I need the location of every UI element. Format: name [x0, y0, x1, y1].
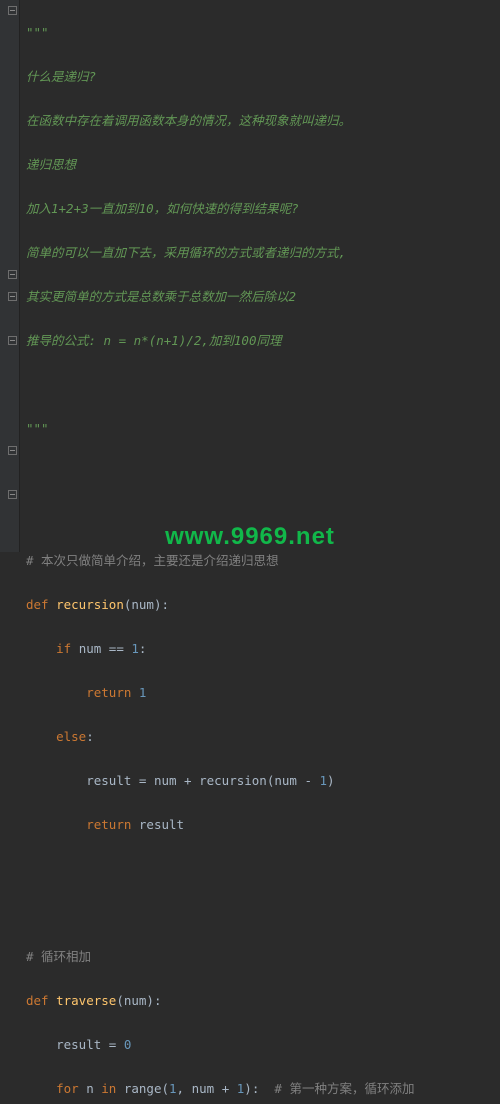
fold-handle[interactable]	[8, 270, 17, 279]
keyword-for: for	[56, 1081, 86, 1096]
colon: :	[86, 729, 94, 744]
paren: )	[327, 773, 335, 788]
func-name: traverse	[56, 993, 116, 1008]
keyword-def: def	[26, 993, 56, 1008]
docstring-close: """	[26, 421, 49, 436]
paren: ):	[244, 1081, 274, 1096]
docstring-line: 简单的可以一直加下去，采用循环的方式或者递归的方式,	[26, 245, 346, 260]
docstring-line: 什么是递归?	[26, 69, 96, 84]
signature: (num):	[116, 993, 161, 1008]
docstring-open: """	[26, 25, 49, 40]
editor-gutter	[0, 0, 20, 552]
func-name: recursion	[56, 597, 124, 612]
number: 1	[131, 641, 139, 656]
sep: , num +	[177, 1081, 237, 1096]
keyword-in: in	[101, 1081, 124, 1096]
comment: # 第一种方案，循环添加	[274, 1081, 414, 1096]
docstring-line: 递归思想	[26, 157, 76, 172]
fold-handle[interactable]	[8, 292, 17, 301]
code-editor[interactable]: """ 什么是递归? 在函数中存在着调用函数本身的情况，这种现象就叫递归。 递归…	[20, 0, 500, 1104]
docstring-line: 在函数中存在着调用函数本身的情况，这种现象就叫递归。	[26, 113, 351, 128]
ident: result	[139, 817, 184, 832]
comment: # 本次只做简单介绍，主要还是介绍递归思想	[26, 553, 279, 568]
signature: (num):	[124, 597, 169, 612]
keyword-def: def	[26, 597, 56, 612]
docstring-line: 推导的公式: n = n*(n+1)/2,加到100同理	[26, 333, 282, 348]
stmt: result =	[56, 1037, 124, 1052]
fold-handle[interactable]	[8, 490, 17, 499]
keyword-if: if	[56, 641, 79, 656]
number: 1	[320, 773, 328, 788]
fold-handle[interactable]	[8, 336, 17, 345]
number: 1	[139, 685, 147, 700]
ident: n	[86, 1081, 101, 1096]
colon: :	[139, 641, 147, 656]
cond: num ==	[79, 641, 132, 656]
number: 0	[124, 1037, 132, 1052]
number: 1	[237, 1081, 245, 1096]
comment: # 循环相加	[26, 949, 91, 964]
keyword-return: return	[86, 817, 139, 832]
stmt: result = num + recursion(num -	[86, 773, 319, 788]
docstring-line: 其实更简单的方式是总数乘于总数加一然后除以2	[26, 289, 296, 304]
call: range(	[124, 1081, 169, 1096]
keyword-return: return	[86, 685, 139, 700]
fold-handle[interactable]	[8, 6, 17, 15]
keyword-else: else	[56, 729, 86, 744]
docstring-line: 加入1+2+3一直加到10，如何快速的得到结果呢?	[26, 201, 299, 216]
fold-handle[interactable]	[8, 446, 17, 455]
number: 1	[169, 1081, 177, 1096]
